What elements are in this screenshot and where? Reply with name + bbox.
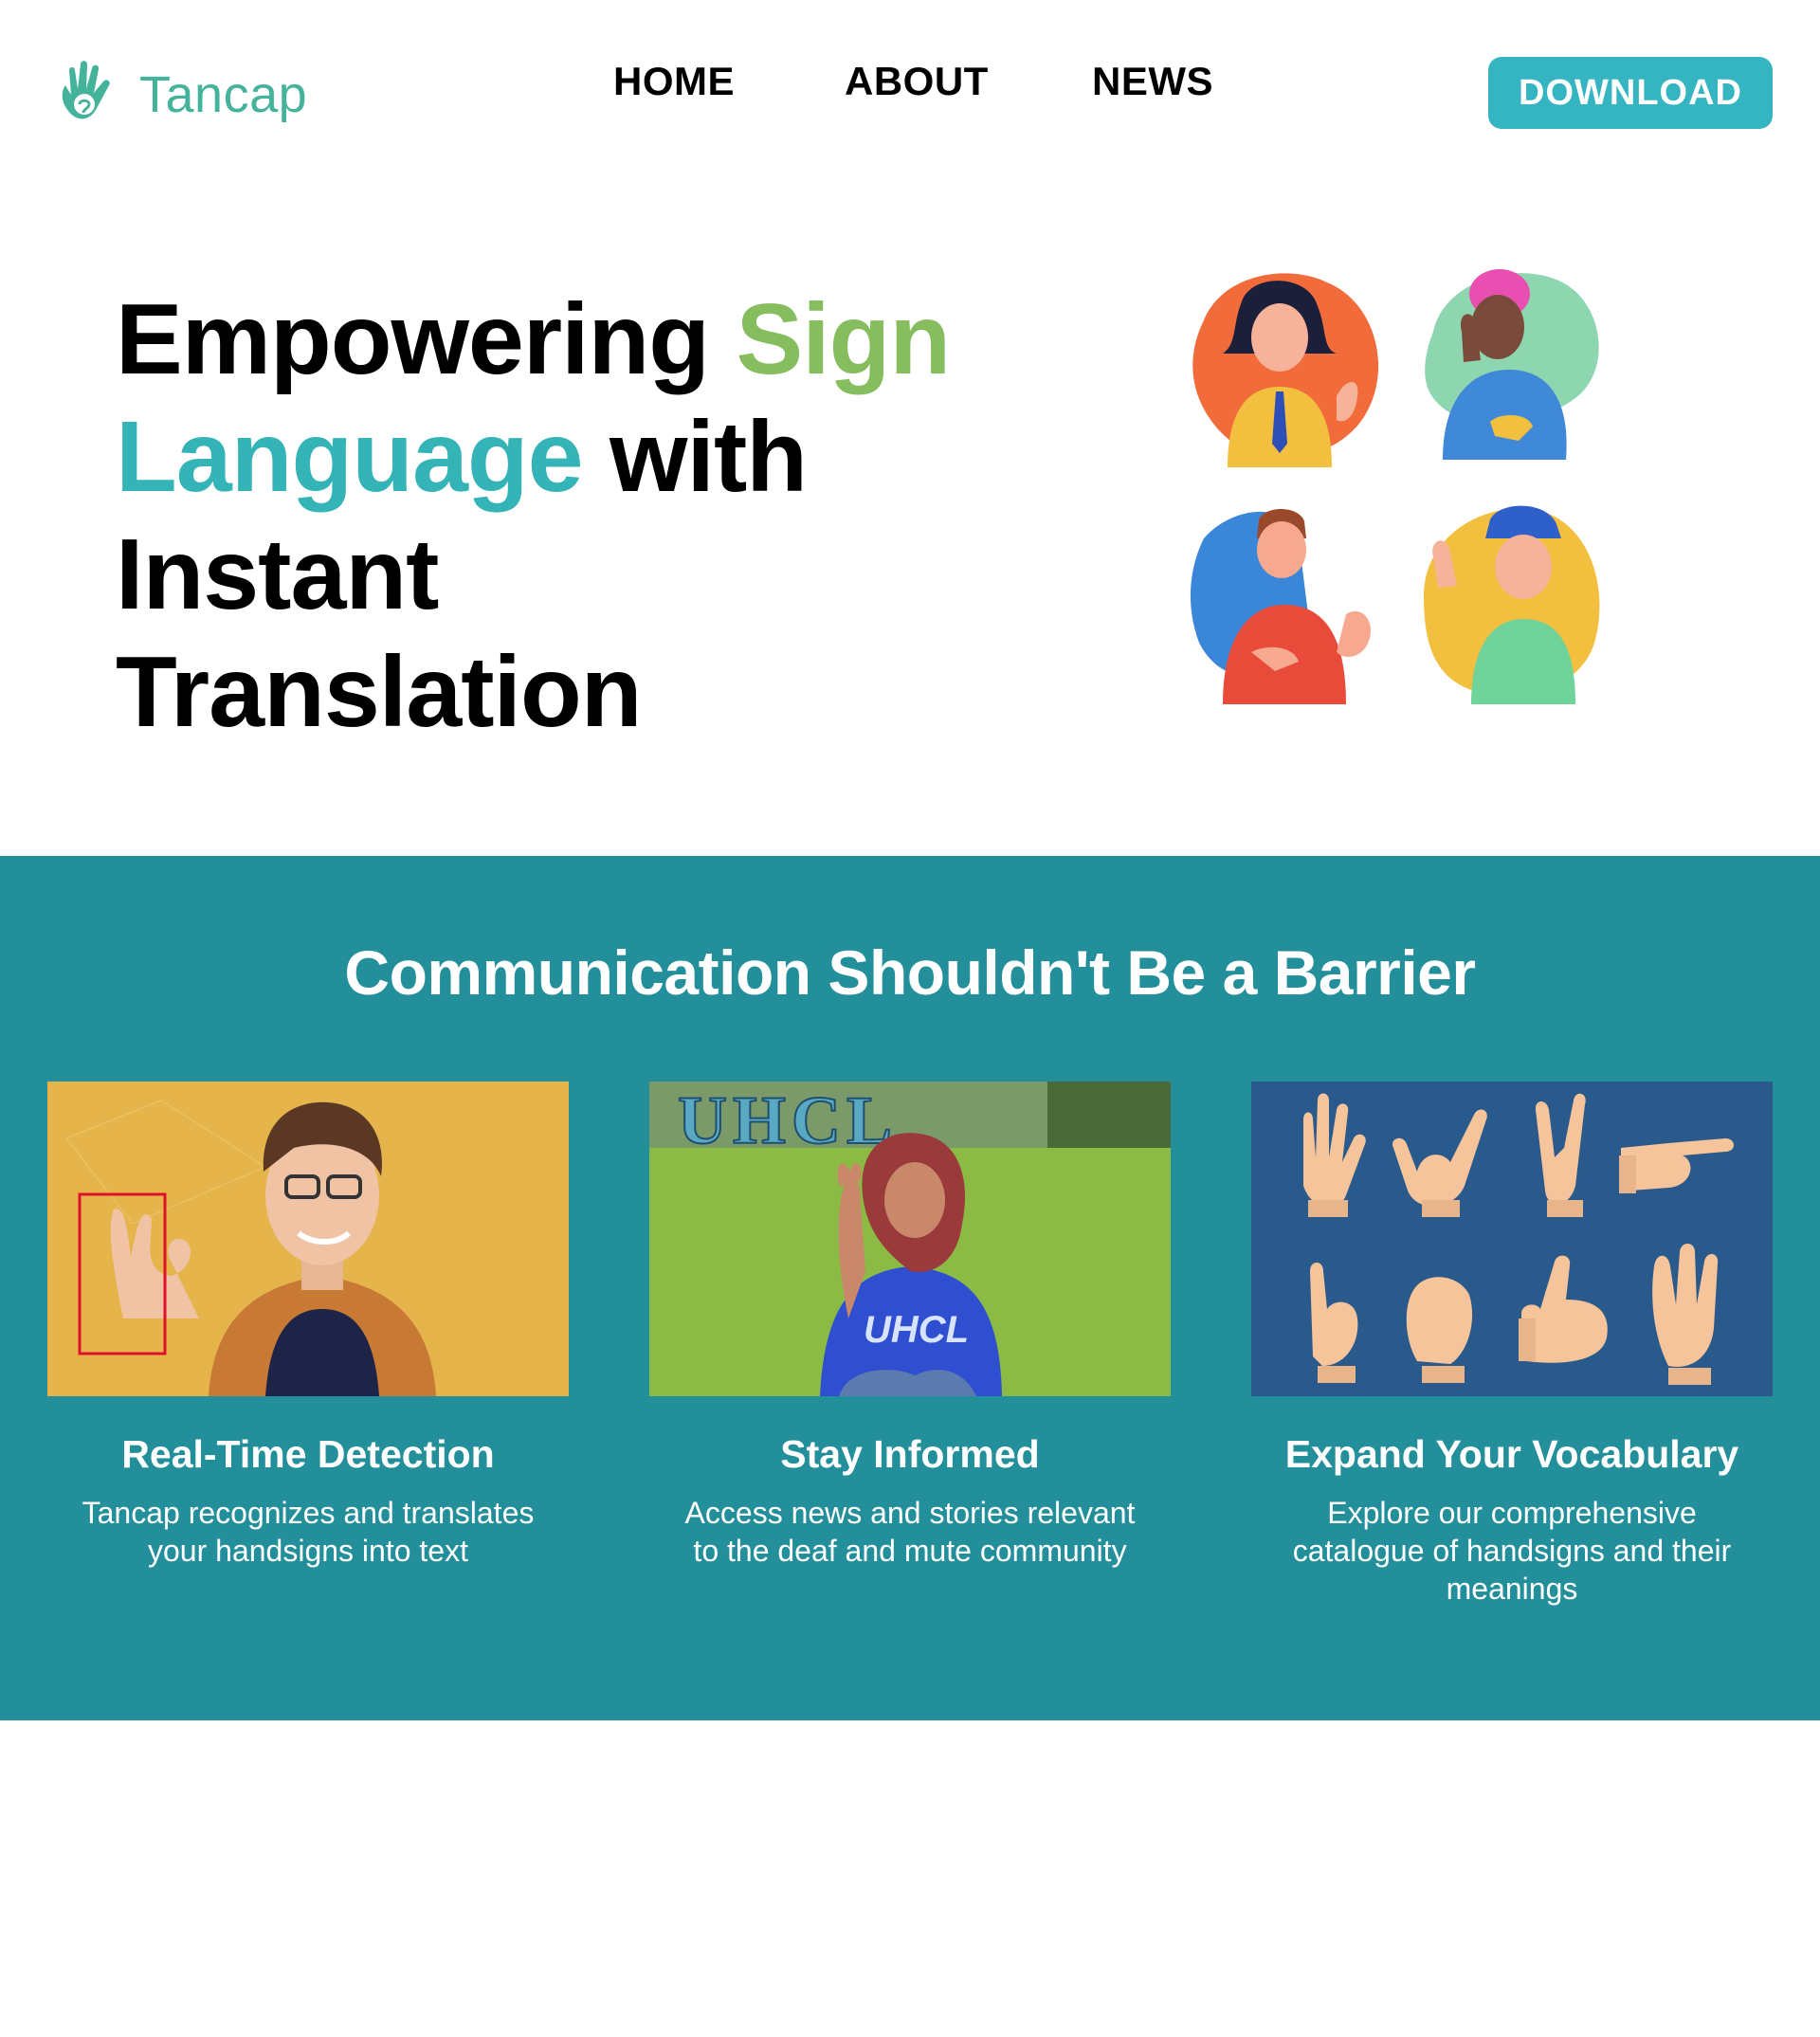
hero-title-part2: with	[582, 401, 808, 513]
features-section: Communication Shouldn't Be a Barrier Rea…	[0, 856, 1820, 1720]
nav-about[interactable]: ABOUT	[845, 59, 989, 104]
signing-woman-cap-icon	[1424, 505, 1600, 704]
man-ok-sign-illustration	[47, 1082, 569, 1396]
feature-title-vocabulary: Expand Your Vocabulary	[1284, 1432, 1739, 1476]
feature-title-news: Stay Informed	[780, 1432, 1040, 1476]
feature-card-vocabulary[interactable]: Expand Your Vocabulary Explore our compr…	[1251, 1082, 1773, 1608]
feature-text-detection: Tancap recognizes and translates your ha…	[82, 1496, 535, 1568]
hand-signs-grid	[1251, 1082, 1773, 1396]
hero-illustration	[1185, 256, 1640, 730]
hero-title-sign: Sign	[736, 283, 952, 395]
student-uhcl-illustration: UHCL UHCL	[649, 1082, 1171, 1396]
hero-title-part3: Instant Translation	[116, 518, 642, 748]
hero-title: Empowering Sign Language with Instant Tran…	[116, 281, 969, 751]
feature-text-news: Access news and stories relevant to the …	[684, 1496, 1136, 1568]
hero-title-part1: Empowering	[116, 283, 737, 395]
feature-card-news[interactable]: UHCL UHCL Stay Informed Access news and …	[649, 1082, 1171, 1570]
feature-title-detection: Real-Time Detection	[121, 1432, 495, 1476]
hero-title-language: Language	[116, 401, 584, 513]
nav-home[interactable]: HOME	[613, 59, 735, 104]
man-ok-sign-photo	[47, 1082, 569, 1396]
features-title: Communication Shouldn't Be a Barrier	[344, 937, 1476, 1008]
signing-man-red-shirt-icon	[1190, 508, 1371, 704]
download-button[interactable]: DOWNLOAD	[1488, 57, 1773, 129]
signing-man-pink-hair-icon	[1425, 269, 1599, 460]
feature-text-vocabulary: Explore our comprehensive catalogue of h…	[1292, 1496, 1732, 1606]
uhcl-sign-text: UHCL	[678, 1082, 898, 1158]
nav-news[interactable]: NEWS	[1092, 59, 1213, 104]
shirt-text: UHCL	[864, 1309, 969, 1351]
signing-woman-icon	[1192, 273, 1379, 467]
hand-signs-illustration	[1251, 1082, 1773, 1396]
student-uhcl-photo: UHCL UHCL	[649, 1082, 1171, 1396]
feature-card-detection[interactable]: Real-Time Detection Tancap recognizes an…	[47, 1082, 569, 1570]
